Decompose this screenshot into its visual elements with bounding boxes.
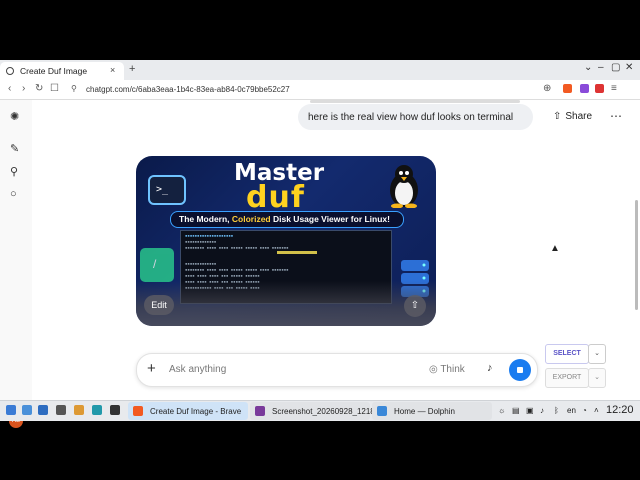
clipboard-icon[interactable]: ▤ xyxy=(512,406,520,415)
message-input[interactable]: Ask anything xyxy=(169,364,226,375)
new-chat-icon[interactable]: ✎ xyxy=(10,142,19,155)
extension-icon[interactable] xyxy=(580,84,589,93)
usage-bar xyxy=(277,251,317,254)
chrome-icon[interactable] xyxy=(74,405,84,415)
openai-logo-icon[interactable]: ✺ xyxy=(10,110,19,123)
attach-plus-icon[interactable]: + xyxy=(147,360,156,377)
banner-text-pre: The Modern, xyxy=(179,214,232,224)
edit-image-button[interactable]: Edit xyxy=(144,295,174,315)
stop-button[interactable] xyxy=(509,359,531,381)
globe-icon xyxy=(6,67,14,75)
app-icon[interactable] xyxy=(92,405,102,415)
menu-icon[interactable]: ≡ xyxy=(611,83,617,94)
edit-label: Edit xyxy=(151,300,167,310)
app-icon[interactable] xyxy=(22,405,32,415)
app-icon[interactable] xyxy=(56,405,66,415)
image-overlay xyxy=(136,281,436,326)
zoom-icon[interactable]: ⊕ xyxy=(543,83,551,94)
image-title-duf: duf xyxy=(246,180,305,215)
tux-penguin-icon xyxy=(390,165,418,208)
terminal-app-icon[interactable] xyxy=(110,405,120,415)
reload-icon[interactable]: ↻ xyxy=(35,83,43,94)
close-window-icon[interactable]: ✕ xyxy=(625,62,633,73)
task-brave[interactable]: Create Duf Image - Brave xyxy=(128,402,248,420)
brave-shield-icon[interactable] xyxy=(563,84,572,93)
wifi-icon[interactable]: ◔ xyxy=(582,406,587,415)
task-screenshot[interactable]: Screenshot_20260928_1218... xyxy=(250,402,381,420)
mouse-cursor-icon: ▲ xyxy=(550,243,560,254)
gmail-icon[interactable] xyxy=(595,84,604,93)
share-label: Share xyxy=(565,111,593,122)
app-icon[interactable] xyxy=(38,405,48,415)
tab-bar: Create Duf Image × + ⌄ – ▢ ✕ xyxy=(0,60,640,80)
share-icon: ⇧ xyxy=(553,111,562,122)
tray-expand-icon[interactable]: ˄ xyxy=(594,406,599,415)
tab-title: Create Duf Image xyxy=(20,66,88,76)
export-label: EXPORT xyxy=(552,374,582,381)
lightbulb-icon[interactable]: ☼ xyxy=(498,406,505,415)
new-tab-button[interactable]: + xyxy=(129,63,135,75)
toolbar: ‹ › ↻ ☐ ⚲ chatgpt.com/c/6aba3eaa-1b4c-83… xyxy=(0,80,640,100)
language-indicator[interactable]: en xyxy=(567,406,576,415)
task-label: Screenshot_20260928_1218... xyxy=(272,407,382,416)
message-composer: + Ask anything ◎ Think ♪ xyxy=(136,353,538,387)
banner-text-post: Disk Usage Viewer for Linux! xyxy=(270,214,390,224)
select-label: SELECT xyxy=(553,350,581,357)
banner-text-colored: Colorized xyxy=(231,214,271,224)
select-dropdown-icon[interactable]: ⌄ xyxy=(588,344,606,364)
back-icon[interactable]: ‹ xyxy=(8,83,11,94)
folder-icon xyxy=(377,406,387,416)
think-label: Think xyxy=(440,364,465,375)
volume-icon[interactable]: ♪ xyxy=(540,406,544,415)
export-button[interactable]: EXPORT xyxy=(545,368,589,388)
task-label: Create Duf Image - Brave xyxy=(150,407,242,416)
address-bar[interactable]: ⚲ chatgpt.com/c/6aba3eaa-1b4c-83ea-ab84-… xyxy=(66,82,536,97)
maximize-icon[interactable]: ▢ xyxy=(611,62,620,73)
think-button[interactable]: ◎ Think xyxy=(429,364,465,375)
network-icon[interactable]: ▣ xyxy=(526,406,534,415)
previous-message-edge xyxy=(310,100,520,103)
site-info-icon[interactable]: ⚲ xyxy=(71,84,77,93)
app-launcher-icon[interactable] xyxy=(6,405,16,415)
select-button[interactable]: SELECT xyxy=(545,344,589,364)
image-banner: The Modern, Colorized Disk Usage Viewer … xyxy=(170,211,404,228)
terminal-icon: >_ xyxy=(148,175,186,205)
image-viewer-icon xyxy=(255,406,265,416)
export-dropdown-icon[interactable]: ⌄ xyxy=(588,368,606,388)
more-options-icon[interactable]: ⋯ xyxy=(610,109,622,123)
minimize-icon[interactable]: – xyxy=(598,62,604,73)
generated-image-card[interactable]: >_ Master duf The Modern, Colorized Disk… xyxy=(136,156,436,326)
task-label: Home — Dolphin xyxy=(394,407,455,416)
chat-sidebar: ✺ ✎ ⚲ ○ HB xyxy=(0,100,32,428)
microphone-icon[interactable]: ♪ xyxy=(487,362,493,374)
scrollbar[interactable] xyxy=(635,200,638,310)
taskbar: Create Duf Image - Brave Screenshot_2026… xyxy=(0,400,640,421)
clock[interactable]: 12:20 xyxy=(606,404,634,416)
think-icon: ◎ xyxy=(429,364,441,375)
folder-glyph: / xyxy=(153,257,157,271)
brave-icon xyxy=(133,406,143,416)
download-icon[interactable]: ⇧ xyxy=(404,295,426,317)
chat-bubble-icon[interactable]: ○ xyxy=(10,188,17,200)
bluetooth-icon[interactable]: ᛒ xyxy=(554,406,559,415)
task-dolphin[interactable]: Home — Dolphin xyxy=(372,402,492,420)
user-message-bubble: here is the real view how duf looks on t… xyxy=(298,104,533,130)
terminal-prompt: >_ xyxy=(156,184,169,195)
close-tab-icon[interactable]: × xyxy=(110,65,115,75)
minimize-chevron-icon[interactable]: ⌄ xyxy=(584,62,592,73)
user-message-text: here is the real view how duf looks on t… xyxy=(308,112,514,123)
tab-create-duf-image[interactable]: Create Duf Image × xyxy=(0,62,124,80)
stop-icon xyxy=(517,367,523,373)
bookmark-icon[interactable]: ☐ xyxy=(50,83,59,94)
url-text: chatgpt.com/c/6aba3eaa-1b4c-83ea-ab84-0c… xyxy=(86,85,290,94)
forward-icon[interactable]: › xyxy=(22,83,25,94)
share-button[interactable]: ⇧ Share xyxy=(553,111,592,122)
search-icon[interactable]: ⚲ xyxy=(10,165,18,178)
folder-icon: / xyxy=(140,248,174,282)
